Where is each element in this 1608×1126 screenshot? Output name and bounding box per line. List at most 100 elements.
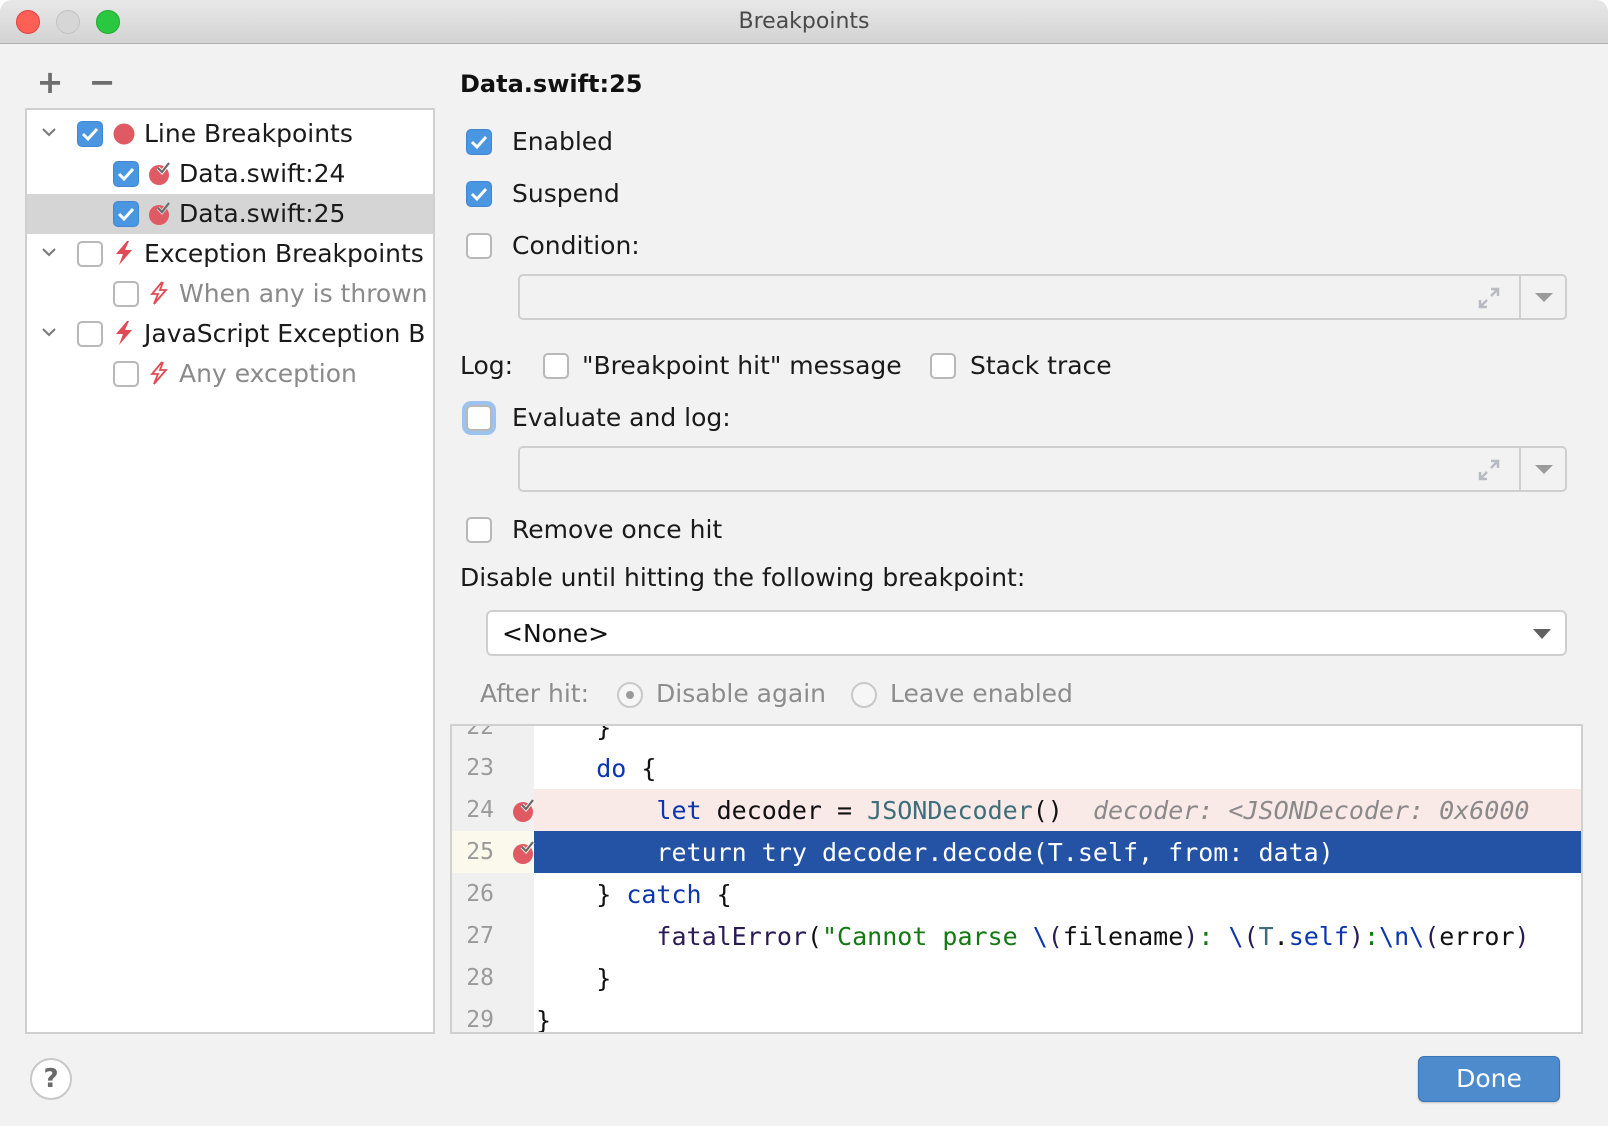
log-label: Log: xyxy=(460,351,514,380)
leave-enabled-label: Leave enabled xyxy=(890,679,1073,708)
help-button[interactable]: ? xyxy=(30,1058,72,1100)
code-text: } catch { xyxy=(536,880,732,909)
tree-item-exception-breakpoints[interactable]: Exception Breakpoints xyxy=(27,234,433,274)
code-line-selected: 25 return try decoder.decode(T.self, fro… xyxy=(452,831,1581,873)
tree-item-label: Exception Breakpoints xyxy=(144,239,424,268)
line-number: 27 xyxy=(466,923,494,949)
code-text: fatalError("Cannot parse \(filename): \(… xyxy=(656,922,1530,951)
code-line-hit: 24 let decoder = JSONDecoder() decoder: … xyxy=(452,789,1581,831)
code-text: } xyxy=(536,724,612,742)
field-divider xyxy=(1519,448,1521,490)
line-number: 28 xyxy=(466,965,494,991)
verified-breakpoint-icon[interactable] xyxy=(512,798,535,822)
expand-icon[interactable] xyxy=(1477,458,1501,482)
chevron-down-icon[interactable] xyxy=(41,324,57,340)
line-number: 26 xyxy=(466,881,494,907)
evaluate-log-field[interactable] xyxy=(518,446,1567,492)
window-title: Breakpoints xyxy=(738,9,870,34)
expand-icon[interactable] xyxy=(1477,286,1501,310)
disable-until-label: Disable until hitting the following brea… xyxy=(460,563,1026,592)
stack-trace-label: Stack trace xyxy=(970,351,1112,380)
tree-item-javascript-exception-breakpoints[interactable]: JavaScript Exception B xyxy=(27,314,433,354)
line-number: 22 xyxy=(466,724,494,740)
enabled-label: Enabled xyxy=(512,127,614,156)
enabled-checkbox[interactable] xyxy=(466,129,492,155)
code-text: let decoder = JSONDecoder() decoder: <JS… xyxy=(656,796,1530,825)
checkbox-any-exception[interactable] xyxy=(113,361,139,387)
disable-again-label: Disable again xyxy=(656,679,826,708)
suspend-label: Suspend xyxy=(512,179,620,208)
evaluate-log-checkbox[interactable] xyxy=(466,405,492,431)
evaluate-log-label: Evaluate and log: xyxy=(512,403,731,432)
breakpoint-dot-icon xyxy=(113,123,135,145)
dropdown-arrow-icon[interactable] xyxy=(1535,293,1553,302)
tree-item-label: JavaScript Exception B xyxy=(144,319,426,348)
after-hit-label: After hit: xyxy=(480,679,589,708)
inline-value-hint: decoder: <JSONDecoder: 0x6000 xyxy=(1092,796,1530,825)
tree-item-label: Line Breakpoints xyxy=(144,119,353,148)
chevron-down-icon[interactable] xyxy=(41,124,57,140)
breakpoint-heading: Data.swift:25 xyxy=(460,70,643,98)
disable-until-select[interactable]: <None> xyxy=(486,610,1567,656)
tree-item-any-exception[interactable]: Any exception xyxy=(27,354,433,394)
checkbox-data-swift-25[interactable] xyxy=(113,201,139,227)
tree-item-data-swift-25[interactable]: Data.swift:25 xyxy=(27,194,433,234)
checkbox-exception-breakpoints[interactable] xyxy=(77,241,103,267)
leave-enabled-radio[interactable] xyxy=(851,682,877,708)
condition-label: Condition: xyxy=(512,231,640,260)
disable-until-value: <None> xyxy=(502,619,610,648)
verified-breakpoint-icon xyxy=(148,201,171,225)
dropdown-arrow-icon[interactable] xyxy=(1535,465,1553,474)
code-line: 26 } catch { xyxy=(452,873,1581,915)
field-divider xyxy=(1519,276,1521,318)
stack-trace-checkbox[interactable] xyxy=(930,353,956,379)
code-line: 28 } xyxy=(452,957,1581,999)
verified-breakpoint-icon[interactable] xyxy=(512,840,535,864)
code-text: } xyxy=(536,964,612,993)
title-bar: Breakpoints xyxy=(0,0,1608,44)
lightning-outline-icon xyxy=(148,280,170,305)
code-line: 22 } xyxy=(452,724,1581,748)
tree-item-line-breakpoints[interactable]: Line Breakpoints xyxy=(27,114,433,154)
done-button[interactable]: Done xyxy=(1418,1056,1560,1102)
remove-once-hit-checkbox[interactable] xyxy=(466,517,492,543)
code-line: 27 fatalError("Cannot parse \(filename):… xyxy=(452,915,1581,957)
log-message-label: "Breakpoint hit" message xyxy=(582,351,902,380)
remove-breakpoint-button[interactable]: − xyxy=(87,66,117,98)
log-message-checkbox[interactable] xyxy=(543,353,569,379)
disable-again-radio[interactable] xyxy=(617,682,643,708)
tree-item-label: Any exception xyxy=(179,359,357,388)
checkbox-when-any-is-thrown[interactable] xyxy=(113,281,139,307)
line-number: 23 xyxy=(466,755,494,781)
verified-breakpoint-icon xyxy=(148,161,171,185)
lightning-icon xyxy=(113,320,135,345)
tree-item-label: Data.swift:25 xyxy=(179,199,346,228)
breakpoints-dialog: Breakpoints + − Line Breakpoints Data.sw… xyxy=(0,0,1608,1126)
code-preview: 22 } 23 do { 24 let decoder = JSONDecode… xyxy=(450,724,1583,1034)
code-line: 23 do { xyxy=(452,747,1581,789)
tree-item-label: Data.swift:24 xyxy=(179,159,346,188)
suspend-checkbox[interactable] xyxy=(466,181,492,207)
line-number: 29 xyxy=(466,1007,494,1033)
checkbox-line-breakpoints[interactable] xyxy=(77,121,103,147)
line-number: 24 xyxy=(466,797,494,823)
lightning-icon xyxy=(113,240,135,265)
chevron-down-icon[interactable] xyxy=(41,244,57,260)
tree-item-label: When any is thrown xyxy=(179,279,428,308)
line-number: 25 xyxy=(466,839,494,865)
code-text: return try decoder.decode(T.self, from: … xyxy=(536,838,1334,867)
add-breakpoint-button[interactable]: + xyxy=(35,66,65,98)
checkbox-data-swift-24[interactable] xyxy=(113,161,139,187)
remove-once-hit-label: Remove once hit xyxy=(512,515,723,544)
code-text: do { xyxy=(596,754,657,783)
code-line: 29 } xyxy=(452,999,1581,1034)
tree-item-data-swift-24[interactable]: Data.swift:24 xyxy=(27,154,433,194)
condition-checkbox[interactable] xyxy=(466,233,492,259)
code-text: } xyxy=(536,1006,552,1034)
condition-field[interactable] xyxy=(518,274,1567,320)
breakpoints-tree: Line Breakpoints Data.swift:24 Data.swif… xyxy=(25,108,435,1034)
lightning-outline-icon xyxy=(148,360,170,385)
tree-item-when-any-is-thrown[interactable]: When any is thrown xyxy=(27,274,433,314)
dropdown-arrow-icon xyxy=(1533,629,1551,639)
checkbox-javascript-exception-breakpoints[interactable] xyxy=(77,321,103,347)
